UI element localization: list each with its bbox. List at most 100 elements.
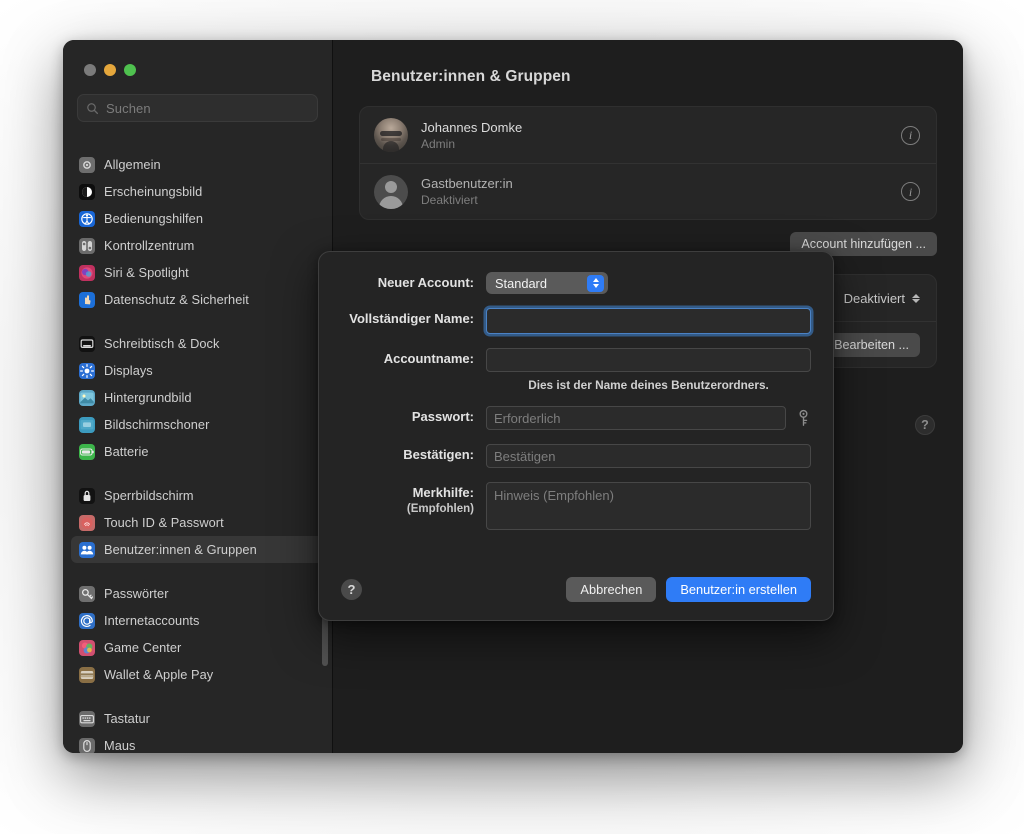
sidebar-item-displays[interactable]: Displays <box>71 357 324 384</box>
keyboard-icon <box>79 710 95 727</box>
nav-group-separator <box>63 688 332 705</box>
sidebar-item-touch-id-passwort[interactable]: Touch ID & Passwort <box>71 509 324 536</box>
control-center-icon <box>79 237 95 254</box>
sidebar: Suchen Allgemein Erscheinungsbild Bedienun… <box>63 40 333 753</box>
account-name-label: Accountname: <box>383 351 474 366</box>
sidebar-item-allgemein[interactable]: Allgemein <box>71 151 324 178</box>
page-title: Benutzer:innen & Gruppen <box>371 68 571 85</box>
user-role: Admin <box>421 136 456 151</box>
sidebar-item-label: Bedienungshilfen <box>104 211 203 226</box>
nav-group: Tastatur Maus <box>63 705 332 753</box>
sidebar-item-label: Tastatur <box>104 711 150 726</box>
sidebar-item-label: Wallet & Apple Pay <box>104 667 214 682</box>
cancel-button[interactable]: Abbrechen <box>566 577 657 602</box>
users-card: Johannes Domke Admin i Gastbenutzer:in D… <box>359 106 937 220</box>
account-name-input[interactable] <box>486 348 811 372</box>
sidebar-nav: Allgemein Erscheinungsbild Bedienungshilfe… <box>63 129 332 753</box>
password-hint-label-sub: (Empfohlen) <box>406 503 474 515</box>
confirm-label: Bestätigen: <box>403 447 474 462</box>
full-name-input[interactable] <box>486 308 811 334</box>
sidebar-item-label: Maus <box>104 738 136 753</box>
automatic-login-popup[interactable]: Deaktiviert <box>844 291 920 306</box>
sidebar-item-label: Sperrbildschirm <box>104 488 194 503</box>
sidebar-item-label: Batterie <box>104 444 149 459</box>
internet-accounts-icon <box>79 612 95 629</box>
info-icon[interactable]: i <box>901 182 920 201</box>
sidebar-item-label: Benutzer:innen & Gruppen <box>104 542 257 557</box>
edit-button[interactable]: Bearbeiten ... <box>823 332 920 357</box>
sidebar-item-benutzer-innen-gruppen[interactable]: Benutzer:innen & Gruppen <box>71 536 324 563</box>
sidebar-item-siri-spotlight[interactable]: Siri & Spotlight <box>71 259 324 286</box>
appearance-icon <box>79 183 95 200</box>
passwords-key-icon <box>79 585 95 602</box>
sidebar-item-label: Touch ID & Passwort <box>104 515 224 530</box>
hint-field-row: Merkhilfe: (Empfohlen) <box>341 482 811 535</box>
password-hint-label-main: Merkhilfe: <box>412 485 474 500</box>
sidebar-item-label: Kontrollzentrum <box>104 238 195 253</box>
sidebar-item-hintergrundbild[interactable]: Hintergrundbild <box>71 384 324 411</box>
system-settings-window: Suchen Allgemein Erscheinungsbild Bedienun… <box>63 40 963 753</box>
nav-group: Schreibtisch & Dock Displays Hintergrundbi… <box>63 330 332 465</box>
dialog-help-button[interactable]: ? <box>341 579 362 600</box>
sidebar-item-bedienungshilfen[interactable]: Bedienungshilfen <box>71 205 324 232</box>
screensaver-icon <box>79 416 95 433</box>
nav-group-separator <box>63 313 332 330</box>
sidebar-item-label: Siri & Spotlight <box>104 265 189 280</box>
search-field[interactable]: Suchen <box>77 94 318 122</box>
sidebar-item-game-center[interactable]: Game Center <box>71 634 324 661</box>
nav-group: Sperrbildschirm Touch ID & Passwort Benutz… <box>63 482 332 563</box>
full-name-label: Vollständiger Name: <box>349 311 474 326</box>
sidebar-item-tastatur[interactable]: Tastatur <box>71 705 324 732</box>
nav-group: Allgemein Erscheinungsbild Bedienungshilfe… <box>63 151 332 313</box>
password-hint-input[interactable] <box>486 482 811 530</box>
privacy-hand-icon <box>79 291 95 308</box>
sidebar-item-label: Game Center <box>104 640 182 655</box>
close-button[interactable] <box>84 64 96 76</box>
mouse-icon <box>79 737 95 753</box>
avatar <box>374 118 408 152</box>
sidebar-item-sperrbildschirm[interactable]: Sperrbildschirm <box>71 482 324 509</box>
table-row[interactable]: Gastbenutzer:in Deaktiviert i <box>360 163 936 219</box>
password-input[interactable] <box>486 406 786 430</box>
info-icon[interactable]: i <box>901 125 920 145</box>
password-field-row: Passwort: <box>341 406 811 430</box>
sidebar-item-erscheinungsbild[interactable]: Erscheinungsbild <box>71 178 324 205</box>
confirm-password-input[interactable] <box>486 444 811 468</box>
password-hint-label: Merkhilfe: (Empfohlen) <box>341 482 486 516</box>
zoom-button[interactable] <box>124 64 136 76</box>
table-row[interactable]: Johannes Domke Admin i <box>360 107 936 163</box>
sidebar-item-batterie[interactable]: Batterie <box>71 438 324 465</box>
desktop-dock-icon <box>79 335 95 352</box>
sidebar-item-label: Internetaccounts <box>104 613 200 628</box>
new-account-type-select[interactable]: Standard <box>486 272 608 294</box>
new-account-dialog: Neuer Account: Standard Vollständiger Na… <box>318 251 834 621</box>
help-button[interactable]: ? <box>915 415 935 435</box>
wallpaper-icon <box>79 389 95 406</box>
full-name-field-row: Vollständiger Name: <box>341 308 811 334</box>
sidebar-item-datenschutz-sicherheit[interactable]: Datenschutz & Sicherheit <box>71 286 324 313</box>
user-name: Johannes Domke <box>421 119 523 135</box>
minimize-button[interactable] <box>104 64 116 76</box>
sidebar-item-label: Datenschutz & Sicherheit <box>104 292 249 307</box>
sidebar-item-passwörter[interactable]: Passwörter <box>71 580 324 607</box>
siri-icon <box>79 264 95 281</box>
sidebar-item-label: Passwörter <box>104 586 169 601</box>
create-user-button[interactable]: Benutzer:in erstellen <box>666 577 811 602</box>
sidebar-item-wallet-apple-pay[interactable]: Wallet & Apple Pay <box>71 661 324 688</box>
sidebar-item-internetaccounts[interactable]: Internetaccounts <box>71 607 324 634</box>
battery-icon <box>79 443 95 460</box>
new-account-type-value: Standard <box>495 275 547 291</box>
sidebar-item-bildschirmschoner[interactable]: Bildschirmschoner <box>71 411 324 438</box>
password-label: Passwort: <box>411 409 474 424</box>
sidebar-item-maus[interactable]: Maus <box>71 732 324 753</box>
sidebar-item-kontrollzentrum[interactable]: Kontrollzentrum <box>71 232 324 259</box>
sidebar-item-label: Allgemein <box>104 157 161 172</box>
users-groups-icon <box>79 541 95 558</box>
search-icon <box>87 102 99 114</box>
sidebar-item-schreibtisch-dock[interactable]: Schreibtisch & Dock <box>71 330 324 357</box>
dialog-footer: ? Abbrechen Benutzer:in erstellen <box>341 577 811 602</box>
password-key-icon[interactable] <box>796 409 811 427</box>
user-name: Gastbenutzer:in <box>421 176 513 191</box>
sidebar-item-label: Bildschirmschoner <box>104 417 210 432</box>
account-name-hint: Dies ist der Name deines Benutzerordners… <box>528 378 769 392</box>
